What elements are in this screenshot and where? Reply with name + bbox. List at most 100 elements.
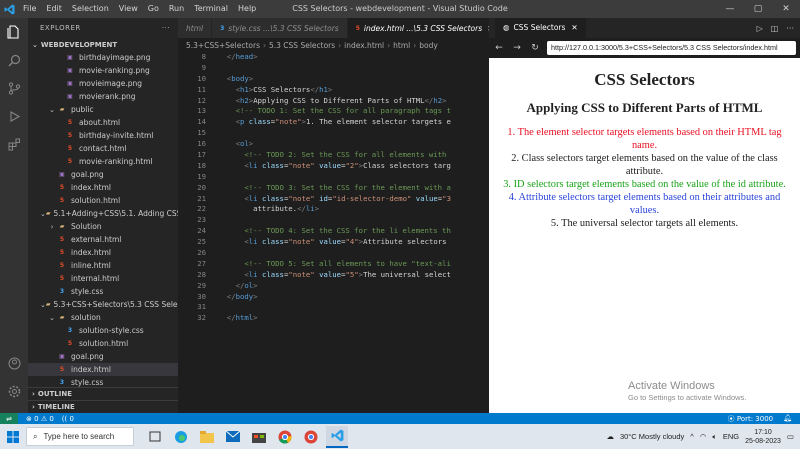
- code-line[interactable]: 18 <li class="note" value="2">Class sele…: [178, 161, 489, 172]
- vscode-taskbar-icon[interactable]: [326, 425, 348, 448]
- menu-view[interactable]: View: [114, 0, 143, 18]
- tree-file[interactable]: ▣ movie-ranking.png: [28, 64, 178, 77]
- edge-browser-icon[interactable]: [170, 426, 192, 448]
- notification-center-icon[interactable]: ▭: [787, 432, 794, 441]
- menu-edit[interactable]: Edit: [41, 0, 67, 18]
- task-view-icon[interactable]: [144, 426, 166, 448]
- network-icon[interactable]: ◠: [700, 432, 707, 441]
- tree-file[interactable]: ▣ goal.png: [28, 350, 178, 363]
- more-actions-icon[interactable]: ···: [162, 24, 170, 32]
- tree-file[interactable]: 5 index.html: [28, 246, 178, 259]
- tree-file[interactable]: 5 external.html: [28, 233, 178, 246]
- code-line[interactable]: 22 attribute.</li>: [178, 204, 489, 215]
- tree-file[interactable]: ▣ birthdayimage.png: [28, 51, 178, 64]
- outline-section[interactable]: › OUTLINE: [28, 387, 178, 400]
- code-line[interactable]: 25 <li class="note" value="4">Attribute …: [178, 237, 489, 248]
- tree-file[interactable]: 5 solution.html: [28, 194, 178, 207]
- code-line[interactable]: 13 <!-- TODO 1: Set the CSS for all para…: [178, 106, 489, 117]
- code-line[interactable]: 23: [178, 215, 489, 226]
- code-line[interactable]: 17 <!-- TODO 2: Set the CSS for all elem…: [178, 150, 489, 161]
- code-line[interactable]: 21 <li class="note" id="id-selector-demo…: [178, 194, 489, 205]
- breadcrumb-item[interactable]: 5.3+CSS+Selectors: [186, 41, 260, 50]
- tree-folder[interactable]: ⌄ ▰ 5.3+CSS+Selectors\5.3 CSS Sele...: [28, 298, 178, 311]
- live-share-indicator[interactable]: (( 0: [62, 415, 74, 423]
- code-line[interactable]: 20 <!-- TODO 3: Set the CSS for the elem…: [178, 183, 489, 194]
- tree-file[interactable]: ▣ goal.png: [28, 168, 178, 181]
- maximize-icon[interactable]: ▢: [744, 0, 772, 18]
- settings-gear-icon[interactable]: [0, 377, 28, 405]
- breadcrumb-item[interactable]: html: [393, 41, 410, 50]
- windows-start-icon[interactable]: [0, 424, 26, 449]
- code-line[interactable]: 27 <!-- TODO 5: Set all elements to have…: [178, 259, 489, 270]
- code-line[interactable]: 12 <h2>Applying CSS to Different Parts o…: [178, 96, 489, 107]
- code-line[interactable]: 28 <li class="note" value="5">The univer…: [178, 270, 489, 281]
- tree-file[interactable]: 3 style.css: [28, 285, 178, 298]
- code-line[interactable]: 31: [178, 302, 489, 313]
- tree-file[interactable]: 5 index.html: [28, 181, 178, 194]
- mail-icon[interactable]: [222, 426, 244, 448]
- run-icon[interactable]: ▷: [757, 24, 763, 33]
- menu-go[interactable]: Go: [143, 0, 164, 18]
- more-actions-icon[interactable]: ···: [786, 24, 794, 33]
- tree-file[interactable]: 5 movie-ranking.html: [28, 155, 178, 168]
- tree-file[interactable]: ▣ movierank.png: [28, 90, 178, 103]
- workspace-root[interactable]: ⌄ WEBDEVELOPMENT: [28, 38, 178, 51]
- editor-tab[interactable]: html: [178, 18, 213, 38]
- extensions-icon[interactable]: [0, 130, 28, 158]
- menu-selection[interactable]: Selection: [67, 0, 114, 18]
- tree-file[interactable]: 5 about.html: [28, 116, 178, 129]
- url-bar[interactable]: http://127.0.0.1:3000/5.3+CSS+Selectors/…: [547, 41, 796, 55]
- code-area[interactable]: 8 </head> 9 10 <body> 11 <h1>CSS Selectors<…: [178, 52, 489, 324]
- tree-file[interactable]: 5 inline.html: [28, 259, 178, 272]
- source-control-icon[interactable]: [0, 74, 28, 102]
- tree-folder[interactable]: ⌄ ▰ solution: [28, 311, 178, 324]
- tree-file[interactable]: 3 solution-style.css: [28, 324, 178, 337]
- code-line[interactable]: 8 </head>: [178, 52, 489, 63]
- code-line[interactable]: 10 <body>: [178, 74, 489, 85]
- tab-close-icon[interactable]: ✕: [571, 18, 577, 38]
- code-line[interactable]: 16 <ol>: [178, 139, 489, 150]
- code-line[interactable]: 11 <h1>CSS Selectors</h1>: [178, 85, 489, 96]
- tree-file[interactable]: 5 contact.html: [28, 142, 178, 155]
- notifications-bell-icon[interactable]: 🔔︎: [783, 414, 792, 424]
- editor-tab[interactable]: 3 style.css ...\5.3 CSS Selectors: [212, 18, 348, 38]
- timeline-section[interactable]: › TIMELINE: [28, 400, 178, 413]
- problems-indicator[interactable]: ⊗ 0 ⚠ 0: [26, 415, 54, 423]
- code-line[interactable]: 30 </body>: [178, 292, 489, 303]
- editor-tab[interactable]: 5index.html ...\5.3 CSS Selectors✕: [347, 18, 489, 38]
- code-line[interactable]: 19: [178, 172, 489, 183]
- tree-file[interactable]: 5 index.html: [28, 363, 178, 376]
- tree-folder[interactable]: ⌄ ▰ 5.1+Adding+CSS\5.1. Adding CSS: [28, 207, 178, 220]
- menu-run[interactable]: Run: [164, 0, 189, 18]
- weather-label[interactable]: 30°C Mostly cloudy: [620, 432, 684, 441]
- menu-help[interactable]: Help: [233, 0, 261, 18]
- minimize-icon[interactable]: —: [716, 0, 744, 18]
- code-line[interactable]: 14 <p class="note">1. The element select…: [178, 117, 489, 128]
- code-line[interactable]: 26: [178, 248, 489, 259]
- tree-folder[interactable]: › ▰ Solution: [28, 220, 178, 233]
- browser-tab[interactable]: ◍ CSS Selectors ✕: [495, 18, 586, 38]
- port-indicator[interactable]: ⦿ Port: 3000: [728, 414, 774, 424]
- volume-icon[interactable]: 🔈︎: [712, 432, 717, 442]
- search-icon[interactable]: [0, 46, 28, 74]
- account-icon[interactable]: [0, 349, 28, 377]
- code-line[interactable]: 29 </ol>: [178, 281, 489, 292]
- close-icon[interactable]: ✕: [772, 0, 800, 18]
- clock[interactable]: 17:10 25-08-2023: [745, 428, 781, 446]
- reload-icon[interactable]: ↻: [529, 43, 541, 53]
- forward-arrow-icon[interactable]: →: [511, 43, 523, 53]
- tree-file[interactable]: ▣ movieimage.png: [28, 77, 178, 90]
- tray-chevron-icon[interactable]: ^: [690, 432, 694, 441]
- code-line[interactable]: 32 </html>: [178, 313, 489, 324]
- chrome-profile-icon[interactable]: [300, 426, 322, 448]
- breadcrumb-item[interactable]: body: [419, 41, 438, 50]
- store-icon[interactable]: [248, 426, 270, 448]
- remote-icon[interactable]: ⇌: [0, 413, 18, 424]
- taskbar-search-box[interactable]: ⌕ Type here to search: [26, 427, 134, 446]
- explorer-icon[interactable]: [0, 18, 28, 46]
- menu-file[interactable]: File: [18, 0, 41, 18]
- code-line[interactable]: 9: [178, 63, 489, 74]
- code-line[interactable]: 24 <!-- TODO 4: Set the CSS for the li e…: [178, 226, 489, 237]
- language-indicator[interactable]: ENG: [723, 432, 739, 441]
- split-editor-icon[interactable]: ◫: [771, 24, 779, 33]
